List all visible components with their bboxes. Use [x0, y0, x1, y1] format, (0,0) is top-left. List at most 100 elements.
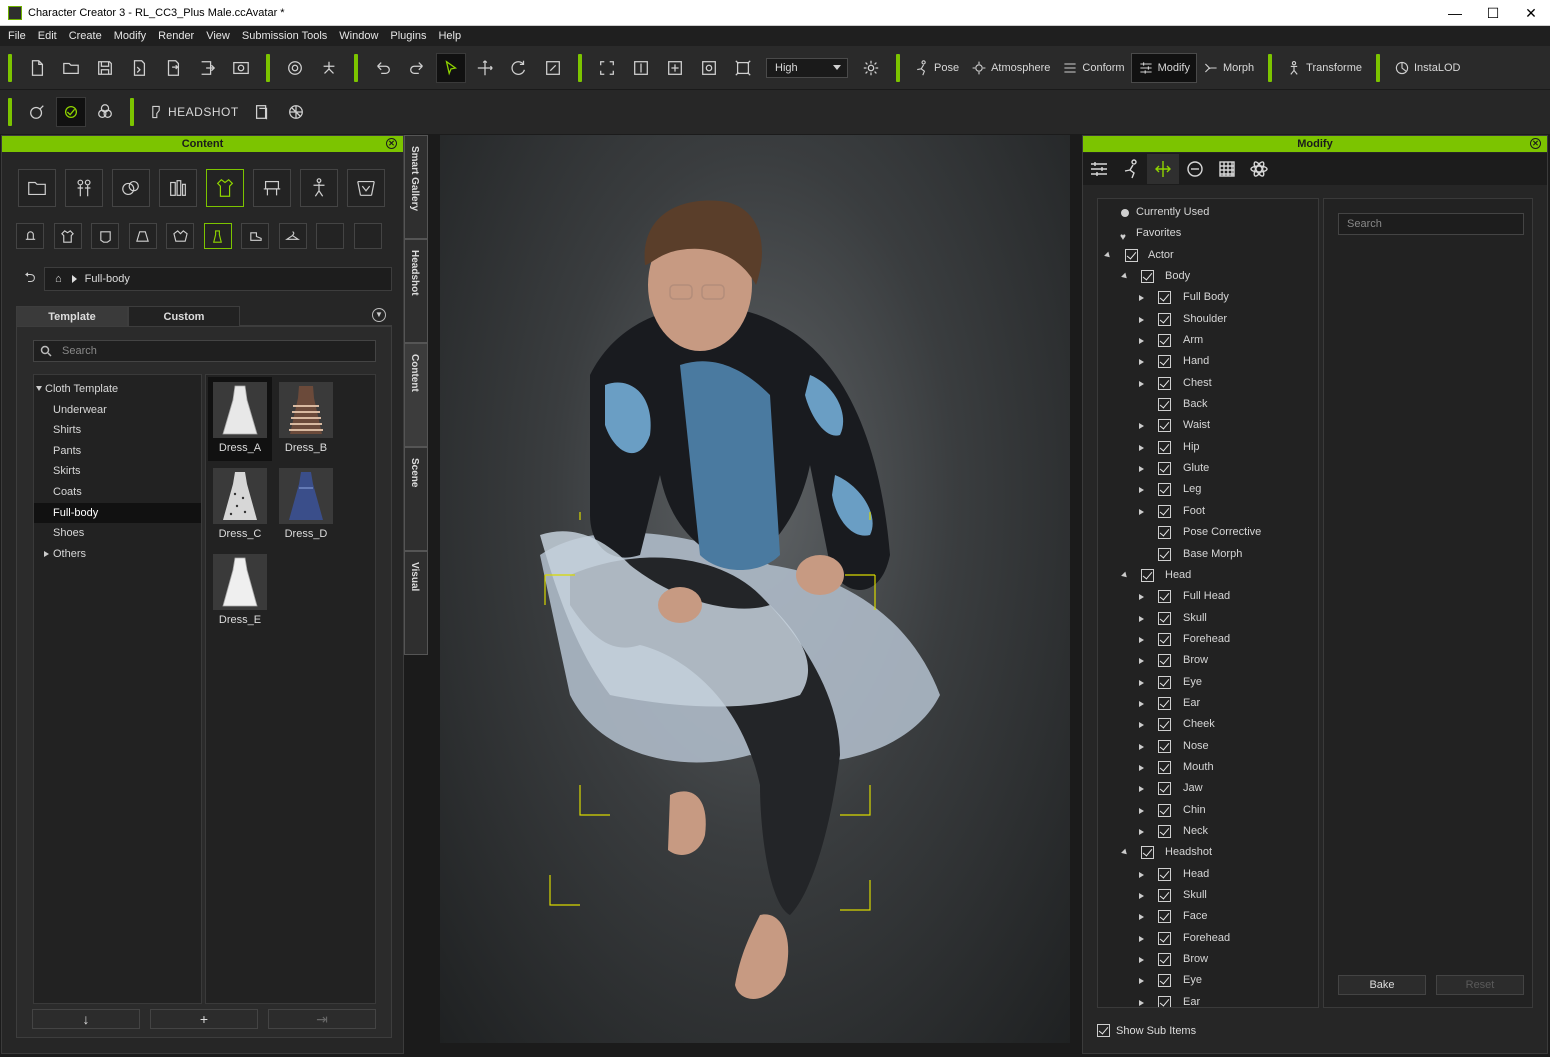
pose-category[interactable] [300, 169, 338, 207]
tree-item-chest[interactable]: Chest [1098, 373, 1318, 394]
menu-modify[interactable]: Modify [108, 26, 152, 46]
modify-search-input[interactable]: Search [1338, 213, 1524, 235]
modify-button[interactable]: Modify [1130, 52, 1197, 83]
menu-submission-tools[interactable]: Submission Tools [236, 26, 333, 46]
tree-item-headshot-eye[interactable]: Eye [1098, 970, 1318, 991]
tree-item-shirts[interactable]: Shirts [34, 420, 201, 441]
tab-template[interactable]: Template [16, 306, 128, 326]
thumbnail-dress-b[interactable]: Dress_B [274, 377, 338, 461]
menu-view[interactable]: View [200, 26, 236, 46]
tree-item-ear[interactable]: Ear [1098, 693, 1318, 714]
pose-button[interactable]: Pose [908, 53, 965, 83]
tree-item-neck[interactable]: Neck [1098, 821, 1318, 842]
hanger-subcategory[interactable] [278, 223, 307, 249]
thumbnail-dress-d[interactable]: Dress_D [274, 463, 338, 547]
tab-scene[interactable]: Scene [404, 447, 428, 551]
scale-tool-button[interactable] [538, 53, 568, 83]
shirt-subcategory[interactable] [53, 223, 82, 249]
breadcrumb-path[interactable]: ⌂ Full-body [44, 267, 392, 291]
tree-item-foot[interactable]: Foot [1098, 501, 1318, 522]
menu-plugins[interactable]: Plugins [384, 26, 432, 46]
thumbnail-dress-e[interactable]: Dress_E [208, 549, 272, 633]
fullbody-subcategory[interactable] [203, 223, 232, 249]
add-button[interactable]: + [150, 1009, 258, 1029]
tree-item-actor[interactable]: Actor [1098, 245, 1318, 266]
cloth-edit-button[interactable] [56, 97, 86, 127]
tree-item-full-head[interactable]: Full Head [1098, 586, 1318, 607]
tree-item-pose-corrective[interactable]: Pose Corrective [1098, 522, 1318, 543]
tab-physics[interactable] [1243, 154, 1275, 184]
reset-button[interactable]: Reset [1436, 975, 1524, 995]
tree-item-skirts[interactable]: Skirts [34, 461, 201, 482]
menu-edit[interactable]: Edit [32, 26, 63, 46]
tree-item-headshot-ear[interactable]: Ear [1098, 992, 1318, 1007]
tree-item-coats[interactable]: Coats [34, 482, 201, 503]
tree-item-shoes[interactable]: Shoes [34, 523, 201, 544]
menu-window[interactable]: Window [333, 26, 384, 46]
accessory-category[interactable] [253, 169, 291, 207]
skin-edit-button[interactable] [22, 97, 52, 127]
tab-morph[interactable] [1147, 154, 1179, 184]
tree-item-full-body[interactable]: Full Body [1098, 287, 1318, 308]
tree-item-headshot-face[interactable]: Face [1098, 906, 1318, 927]
tree-item-chin[interactable]: Chin [1098, 800, 1318, 821]
shoes-subcategory[interactable] [241, 223, 269, 249]
tab-custom[interactable]: Custom [128, 306, 240, 326]
tree-item-brow[interactable]: Brow [1098, 650, 1318, 671]
send-button[interactable] [192, 53, 222, 83]
morph-button[interactable]: Morph [1197, 53, 1260, 83]
move-tool-button[interactable] [470, 53, 500, 83]
bake-button[interactable]: Bake [1338, 975, 1426, 995]
frame-button[interactable] [728, 53, 758, 83]
tab-sliders[interactable] [1083, 154, 1115, 184]
light-icon[interactable] [856, 53, 886, 83]
tree-item-forehead[interactable]: Forehead [1098, 629, 1318, 650]
tab-smart-gallery[interactable]: Smart Gallery [404, 135, 428, 239]
tree-item-skull[interactable]: Skull [1098, 608, 1318, 629]
open-folder-button[interactable] [56, 53, 86, 83]
import-button[interactable] [124, 53, 154, 83]
menu-help[interactable]: Help [432, 26, 467, 46]
tree-item-head[interactable]: Head [1098, 565, 1318, 586]
menu-file[interactable]: File [2, 26, 32, 46]
tree-item-pants[interactable]: Pants [34, 441, 201, 462]
select-tool-button[interactable] [436, 52, 466, 83]
skirt-subcategory[interactable] [128, 223, 157, 249]
tab-texture[interactable] [1211, 154, 1243, 184]
maximize-button[interactable]: ☐ [1474, 0, 1512, 26]
tree-item-nose[interactable]: Nose [1098, 736, 1318, 757]
cloth-category[interactable] [206, 169, 244, 207]
apply-button[interactable]: ⇥ [268, 1009, 376, 1029]
render-window-button[interactable] [226, 53, 256, 83]
underwear-subcategory[interactable] [91, 223, 119, 249]
render-quality-select[interactable]: High [766, 57, 848, 78]
tab-headshot[interactable]: Headshot [404, 239, 428, 343]
tree-item-leg[interactable]: Leg [1098, 479, 1318, 500]
thumbnail-dress-c[interactable]: Dress_C [208, 463, 272, 547]
tree-item-underwear[interactable]: Underwear [34, 400, 201, 421]
character-category[interactable] [65, 169, 103, 207]
instalod-button[interactable]: InstaLOD [1388, 53, 1466, 83]
tree-item-currently-used[interactable]: Currently Used [1098, 202, 1318, 223]
tree-item-full-body[interactable]: Full-body [34, 502, 201, 524]
empty-subcategory-slot[interactable] [316, 223, 344, 249]
folder-category[interactable] [18, 169, 56, 207]
tree-item-jaw[interactable]: Jaw [1098, 778, 1318, 799]
back-arrow-icon[interactable]: ⮌ [16, 267, 44, 291]
center-view-button[interactable] [660, 53, 690, 83]
morph-category[interactable] [112, 169, 150, 207]
tree-item-back[interactable]: Back [1098, 394, 1318, 415]
tree-item-arm[interactable]: Arm [1098, 330, 1318, 351]
tree-item-waist[interactable]: Waist [1098, 415, 1318, 436]
minimize-button[interactable]: — [1436, 0, 1474, 26]
save-button[interactable] [90, 53, 120, 83]
tab-pose[interactable] [1115, 154, 1147, 184]
chevron-down-icon[interactable]: ▼ [372, 308, 386, 322]
redo-icon[interactable] [402, 53, 432, 83]
undo-icon[interactable] [368, 53, 398, 83]
atmosphere-button[interactable]: Atmosphere [965, 53, 1056, 83]
menu-render[interactable]: Render [152, 26, 200, 46]
thumbnail-dress-a[interactable]: Dress_A [208, 377, 272, 461]
tree-item-shoulder[interactable]: Shoulder [1098, 309, 1318, 330]
rotate-tool-button[interactable] [504, 53, 534, 83]
